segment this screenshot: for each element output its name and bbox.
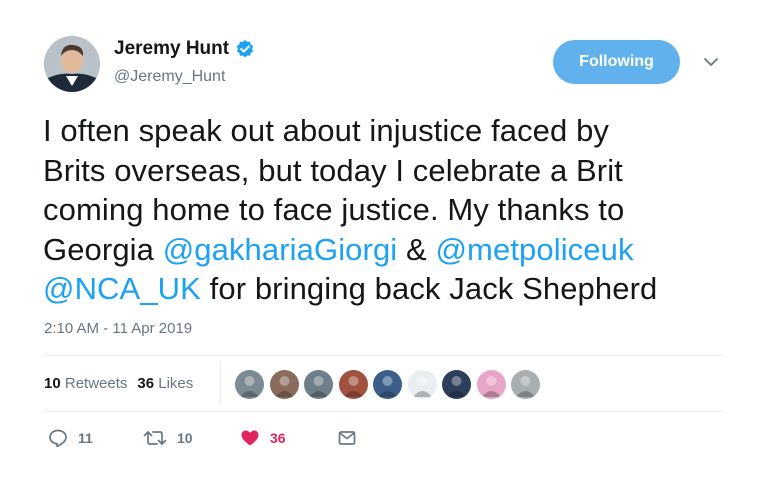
tweet-line: Brits overseas, but today I celebrate a … [43,152,623,188]
mention-link[interactable]: @metpoliceuk [435,232,633,267]
retweets-label: Retweets [64,375,128,392]
reply-button[interactable]: 11 [48,428,93,448]
liker-avatar[interactable] [476,370,506,399]
divider [220,362,221,404]
divider [44,411,722,412]
direct-message-button[interactable] [337,428,357,448]
mention-link[interactable]: @NCA_UK [43,271,201,306]
retweets-count: 10 [44,375,61,392]
heart-icon [241,430,259,446]
tweet-line: I often speak out about injustice faced … [43,113,610,148]
tweet-text-segment: Georgia [43,231,163,267]
tweet-line: Georgia @gakhariaGiorgi & @metpoliceuk [43,230,733,270]
tweet-text-segment: & [397,231,436,267]
likes-stat[interactable]: 36 Likes [137,375,193,392]
chevron-down-icon[interactable] [703,55,719,67]
retweet-icon [143,431,167,445]
author-handle[interactable]: @Jeremy_Hunt [114,68,225,86]
liker-avatar[interactable] [269,370,299,399]
author-name[interactable]: Jeremy Hunt [114,38,229,60]
retweet-button[interactable]: 10 [143,428,193,448]
like-count: 36 [270,430,286,446]
liker-avatar[interactable] [442,370,471,399]
avatar-image [44,36,100,92]
liker-avatar[interactable] [511,370,540,399]
liker-avatar[interactable] [338,370,368,399]
author-name-row: Jeremy Hunt [114,38,255,60]
tweet-line: coming home to face justice. My thanks t… [43,192,625,227]
liker-avatar[interactable] [407,370,437,399]
tweet-line: @NCA_UK for bringing back Jack Shepherd [43,269,733,309]
likes-count: 36 [137,375,155,392]
reply-count: 11 [78,430,93,446]
retweets-stat[interactable]: 10 Retweets [44,375,127,392]
liker-avatar[interactable] [235,370,264,399]
liker-avatar[interactable] [373,370,402,399]
tweet-actions: 11 10 36 [44,428,444,454]
tweet-text-segment: for bringing back Jack Shepherd [200,271,658,306]
engagement-stats: 10 Retweets 36 Likes [44,375,203,392]
following-button[interactable]: Following [553,40,680,84]
liker-avatar[interactable] [304,370,333,399]
like-button[interactable]: 36 [240,428,286,448]
tweet-card: Jeremy Hunt @Jeremy_Hunt Following I oft… [0,0,766,480]
verified-badge-icon [235,39,255,59]
divider [44,355,722,356]
tweet-text: I often speak out about injustice faced … [43,111,733,309]
mention-link[interactable]: @gakhariaGiorgi [163,232,398,267]
retweet-count: 10 [177,430,193,446]
envelope-icon [338,431,356,445]
tweet-timestamp[interactable]: 2:10 AM - 11 Apr 2019 [44,320,192,337]
likes-label: Likes [158,375,194,392]
avatar[interactable] [44,36,100,92]
reply-icon [49,429,67,448]
liker-avatars [235,370,546,399]
